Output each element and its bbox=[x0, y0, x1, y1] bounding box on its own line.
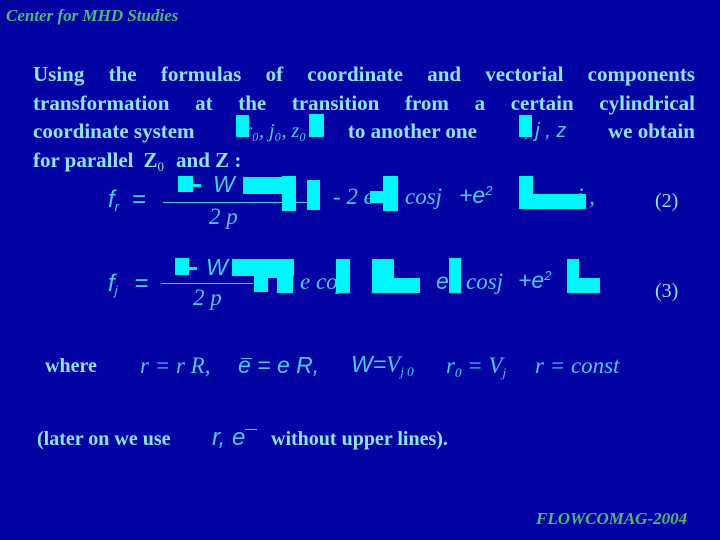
subscript: 0 bbox=[157, 158, 165, 174]
term-base: +e bbox=[459, 182, 486, 208]
intro-line-3: coordinate system r₀, j₀, z₀ to another … bbox=[33, 117, 695, 146]
subscript: j bbox=[502, 365, 507, 380]
equation-2-number: (2) bbox=[655, 190, 679, 212]
equation-artifact-block bbox=[175, 258, 189, 275]
equation-2-term: cosj bbox=[405, 184, 443, 209]
superscript: 2 bbox=[544, 268, 552, 283]
equation-3-number: (3) bbox=[655, 280, 679, 302]
word: and bbox=[427, 62, 462, 86]
equation-artifact-block bbox=[370, 191, 384, 203]
equation-artifact-block bbox=[254, 259, 268, 292]
symbol-f: f bbox=[108, 186, 115, 213]
v-equation: = V bbox=[467, 353, 503, 378]
equation-artifact-block bbox=[533, 194, 586, 209]
equation-2-term: - 2 e bbox=[333, 184, 374, 209]
word: the bbox=[238, 90, 267, 115]
w-lhs: W= bbox=[351, 351, 387, 377]
equals-sign: = bbox=[131, 186, 146, 213]
equation-2-denominator: 2 p bbox=[209, 204, 238, 229]
word: formulas bbox=[160, 62, 242, 86]
note-prefix: (later on we use bbox=[37, 428, 171, 450]
intro-line-4: for parallel Z0 and Z : bbox=[33, 146, 695, 182]
z0-symbol: Z0 bbox=[144, 146, 165, 182]
equation-artifact-block bbox=[307, 180, 320, 210]
word: transition bbox=[291, 90, 380, 115]
subscript: 0 bbox=[454, 365, 462, 380]
word: from bbox=[405, 90, 449, 115]
word: cylindrical bbox=[599, 90, 695, 115]
equation-artifact-block bbox=[579, 278, 600, 293]
equation-3-term: cosj bbox=[466, 269, 504, 294]
equation-artifact-block bbox=[519, 176, 533, 209]
equation-artifact-block bbox=[282, 176, 296, 211]
equation-2-numerator: W bbox=[213, 171, 235, 197]
equation-2-term: +e2 bbox=[459, 182, 492, 209]
definition-e: e = e R, bbox=[238, 352, 320, 378]
text-segment: to another one bbox=[347, 119, 477, 143]
intro-paragraph: Using the formulas of coordinate and vec… bbox=[33, 60, 695, 181]
equation-2-lhs: fr = bbox=[108, 186, 146, 214]
word: the bbox=[108, 62, 137, 86]
equation-artifact-block bbox=[277, 277, 293, 293]
word: transformation bbox=[33, 90, 170, 115]
equation-3-denominator: 2 p bbox=[193, 285, 222, 310]
equation-artifact-block bbox=[178, 176, 193, 192]
v-symbol: V bbox=[386, 352, 401, 377]
equation-artifact-block bbox=[189, 267, 197, 270]
equation-artifact-block bbox=[567, 259, 579, 293]
equation-3-fraction-bar bbox=[161, 283, 253, 284]
equation-3-numerator: W bbox=[206, 254, 228, 280]
equation-artifact-block bbox=[449, 258, 461, 293]
equation-artifact-block bbox=[236, 115, 249, 137]
equation-artifact-block bbox=[372, 259, 394, 293]
z-letter: Z bbox=[143, 147, 158, 172]
word: a bbox=[474, 90, 486, 115]
equation-artifact-block bbox=[394, 278, 420, 293]
intro-line-1: Using the formulas of coordinate and vec… bbox=[33, 60, 695, 89]
r-symbol: r bbox=[446, 353, 455, 378]
symbol-f: f bbox=[108, 270, 115, 297]
equation-artifact-block bbox=[519, 115, 532, 137]
text-segment: for parallel bbox=[33, 147, 134, 172]
superscript: 2 bbox=[485, 183, 493, 198]
term-text: e co bbox=[300, 269, 338, 294]
equals-sign: = bbox=[134, 270, 149, 297]
word: Using bbox=[33, 62, 85, 86]
word: components bbox=[587, 62, 695, 86]
overline-mark bbox=[241, 358, 252, 359]
slide-header: Center for MHD Studies bbox=[6, 6, 179, 25]
word: of bbox=[265, 62, 284, 86]
text-segment: coordinate system bbox=[33, 119, 195, 143]
subscript: j 0 bbox=[400, 364, 414, 379]
equation-3-term: +e2 bbox=[518, 267, 551, 294]
word: vectorial bbox=[485, 62, 564, 86]
subscript: r bbox=[114, 199, 120, 214]
text-segment: we obtain bbox=[608, 119, 695, 143]
definition-w: W=Vj 0 bbox=[351, 351, 414, 380]
term-base: +e bbox=[518, 267, 545, 293]
overline-mark bbox=[245, 429, 257, 430]
source-coordinates-equation: r₀, j₀, z₀ bbox=[244, 120, 307, 142]
equation-3-lhs: fj = bbox=[108, 270, 148, 298]
equation-3-term: e bbox=[436, 268, 449, 294]
equation-artifact-block bbox=[336, 259, 350, 293]
word: certain bbox=[510, 90, 574, 115]
note-suffix: without upper lines). bbox=[271, 428, 448, 450]
definition-const: r = const bbox=[535, 353, 620, 378]
subscript: j bbox=[114, 283, 118, 298]
equation-artifact-block bbox=[309, 114, 324, 137]
definition-r0: r0 = Vj bbox=[446, 353, 506, 381]
equation-artifact-block bbox=[193, 184, 201, 187]
where-label: where bbox=[45, 355, 97, 377]
note-symbols: r, e bbox=[212, 424, 246, 451]
definition-r: r = r R, bbox=[140, 353, 211, 378]
intro-line-2: transformation at the transition from a … bbox=[33, 89, 695, 118]
word: at bbox=[195, 90, 213, 115]
slide-footer: FLOWCOMAG-2004 bbox=[536, 509, 688, 528]
equation-artifact-block bbox=[383, 176, 398, 211]
word: coordinate bbox=[307, 62, 403, 86]
